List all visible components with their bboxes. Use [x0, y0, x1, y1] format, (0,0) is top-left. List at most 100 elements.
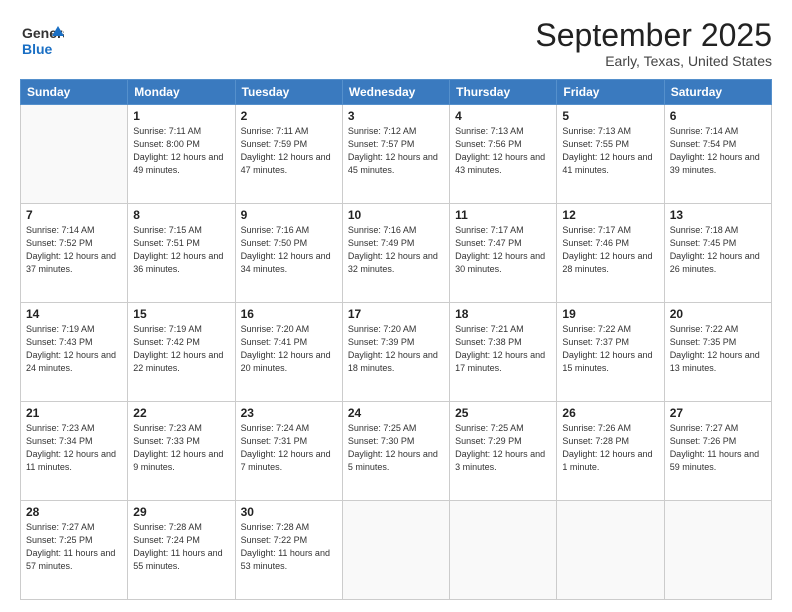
weekday-header-wednesday: Wednesday: [342, 80, 449, 105]
day-number: 24: [348, 406, 444, 420]
calendar-table: SundayMondayTuesdayWednesdayThursdayFrid…: [20, 79, 772, 600]
day-info: Sunrise: 7:20 AM Sunset: 7:41 PM Dayligh…: [241, 323, 337, 375]
day-number: 29: [133, 505, 229, 519]
day-cell: 22 Sunrise: 7:23 AM Sunset: 7:33 PM Dayli…: [128, 402, 235, 501]
logo-icon: General Blue: [20, 18, 64, 62]
day-info: Sunrise: 7:16 AM Sunset: 7:49 PM Dayligh…: [348, 224, 444, 276]
day-cell: 13 Sunrise: 7:18 AM Sunset: 7:45 PM Dayli…: [664, 204, 771, 303]
week-row-1: 1 Sunrise: 7:11 AM Sunset: 8:00 PM Daylig…: [21, 105, 772, 204]
week-row-4: 21 Sunrise: 7:23 AM Sunset: 7:34 PM Dayli…: [21, 402, 772, 501]
day-cell: 17 Sunrise: 7:20 AM Sunset: 7:39 PM Dayli…: [342, 303, 449, 402]
day-cell: 23 Sunrise: 7:24 AM Sunset: 7:31 PM Dayli…: [235, 402, 342, 501]
day-cell: [342, 501, 449, 600]
day-number: 6: [670, 109, 766, 123]
header: General Blue September 2025 Early, Texas…: [20, 18, 772, 69]
day-number: 21: [26, 406, 122, 420]
day-number: 9: [241, 208, 337, 222]
day-info: Sunrise: 7:25 AM Sunset: 7:29 PM Dayligh…: [455, 422, 551, 474]
day-cell: 19 Sunrise: 7:22 AM Sunset: 7:37 PM Dayli…: [557, 303, 664, 402]
location-subtitle: Early, Texas, United States: [535, 53, 772, 69]
day-number: 1: [133, 109, 229, 123]
day-number: 3: [348, 109, 444, 123]
day-info: Sunrise: 7:28 AM Sunset: 7:22 PM Dayligh…: [241, 521, 337, 573]
day-cell: [21, 105, 128, 204]
day-number: 5: [562, 109, 658, 123]
day-info: Sunrise: 7:27 AM Sunset: 7:25 PM Dayligh…: [26, 521, 122, 573]
day-info: Sunrise: 7:19 AM Sunset: 7:43 PM Dayligh…: [26, 323, 122, 375]
day-number: 14: [26, 307, 122, 321]
day-cell: 28 Sunrise: 7:27 AM Sunset: 7:25 PM Dayli…: [21, 501, 128, 600]
day-cell: 30 Sunrise: 7:28 AM Sunset: 7:22 PM Dayli…: [235, 501, 342, 600]
day-cell: 6Sunrise: 7:14 AM Sunset: 7:54 PM Daylig…: [664, 105, 771, 204]
day-info: Sunrise: 7:25 AM Sunset: 7:30 PM Dayligh…: [348, 422, 444, 474]
day-cell: 5 Sunrise: 7:13 AM Sunset: 7:55 PM Daylig…: [557, 105, 664, 204]
day-info: Sunrise: 7:14 AM Sunset: 7:52 PM Dayligh…: [26, 224, 122, 276]
title-block: September 2025 Early, Texas, United Stat…: [535, 18, 772, 69]
day-cell: 21 Sunrise: 7:23 AM Sunset: 7:34 PM Dayli…: [21, 402, 128, 501]
week-row-5: 28 Sunrise: 7:27 AM Sunset: 7:25 PM Dayli…: [21, 501, 772, 600]
day-cell: 10Sunrise: 7:16 AM Sunset: 7:49 PM Dayli…: [342, 204, 449, 303]
logo: General Blue: [20, 18, 64, 67]
week-row-3: 14 Sunrise: 7:19 AM Sunset: 7:43 PM Dayli…: [21, 303, 772, 402]
day-number: 20: [670, 307, 766, 321]
day-cell: 29Sunrise: 7:28 AM Sunset: 7:24 PM Dayli…: [128, 501, 235, 600]
day-info: Sunrise: 7:11 AM Sunset: 7:59 PM Dayligh…: [241, 125, 337, 177]
svg-text:Blue: Blue: [22, 41, 53, 57]
day-cell: 14 Sunrise: 7:19 AM Sunset: 7:43 PM Dayli…: [21, 303, 128, 402]
day-cell: 7Sunrise: 7:14 AM Sunset: 7:52 PM Daylig…: [21, 204, 128, 303]
day-cell: [664, 501, 771, 600]
day-cell: 25 Sunrise: 7:25 AM Sunset: 7:29 PM Dayli…: [450, 402, 557, 501]
day-number: 18: [455, 307, 551, 321]
day-cell: [557, 501, 664, 600]
day-info: Sunrise: 7:16 AM Sunset: 7:50 PM Dayligh…: [241, 224, 337, 276]
day-number: 26: [562, 406, 658, 420]
day-info: Sunrise: 7:17 AM Sunset: 7:47 PM Dayligh…: [455, 224, 551, 276]
day-info: Sunrise: 7:12 AM Sunset: 7:57 PM Dayligh…: [348, 125, 444, 177]
day-cell: 11 Sunrise: 7:17 AM Sunset: 7:47 PM Dayli…: [450, 204, 557, 303]
day-number: 23: [241, 406, 337, 420]
day-info: Sunrise: 7:18 AM Sunset: 7:45 PM Dayligh…: [670, 224, 766, 276]
day-info: Sunrise: 7:26 AM Sunset: 7:28 PM Dayligh…: [562, 422, 658, 474]
weekday-header-sunday: Sunday: [21, 80, 128, 105]
week-row-2: 7Sunrise: 7:14 AM Sunset: 7:52 PM Daylig…: [21, 204, 772, 303]
day-info: Sunrise: 7:20 AM Sunset: 7:39 PM Dayligh…: [348, 323, 444, 375]
page: General Blue September 2025 Early, Texas…: [0, 0, 792, 612]
day-cell: 18Sunrise: 7:21 AM Sunset: 7:38 PM Dayli…: [450, 303, 557, 402]
day-number: 11: [455, 208, 551, 222]
day-info: Sunrise: 7:27 AM Sunset: 7:26 PM Dayligh…: [670, 422, 766, 474]
day-cell: 15Sunrise: 7:19 AM Sunset: 7:42 PM Dayli…: [128, 303, 235, 402]
weekday-header-thursday: Thursday: [450, 80, 557, 105]
day-info: Sunrise: 7:23 AM Sunset: 7:33 PM Dayligh…: [133, 422, 229, 474]
day-cell: 24 Sunrise: 7:25 AM Sunset: 7:30 PM Dayli…: [342, 402, 449, 501]
day-number: 25: [455, 406, 551, 420]
day-cell: 26 Sunrise: 7:26 AM Sunset: 7:28 PM Dayli…: [557, 402, 664, 501]
day-cell: 9 Sunrise: 7:16 AM Sunset: 7:50 PM Daylig…: [235, 204, 342, 303]
day-cell: 2Sunrise: 7:11 AM Sunset: 7:59 PM Daylig…: [235, 105, 342, 204]
day-number: 13: [670, 208, 766, 222]
day-number: 16: [241, 307, 337, 321]
day-info: Sunrise: 7:24 AM Sunset: 7:31 PM Dayligh…: [241, 422, 337, 474]
day-info: Sunrise: 7:22 AM Sunset: 7:35 PM Dayligh…: [670, 323, 766, 375]
day-number: 12: [562, 208, 658, 222]
day-cell: 20 Sunrise: 7:22 AM Sunset: 7:35 PM Dayli…: [664, 303, 771, 402]
day-number: 17: [348, 307, 444, 321]
day-info: Sunrise: 7:22 AM Sunset: 7:37 PM Dayligh…: [562, 323, 658, 375]
weekday-header-friday: Friday: [557, 80, 664, 105]
day-info: Sunrise: 7:13 AM Sunset: 7:56 PM Dayligh…: [455, 125, 551, 177]
day-number: 27: [670, 406, 766, 420]
day-info: Sunrise: 7:13 AM Sunset: 7:55 PM Dayligh…: [562, 125, 658, 177]
day-info: Sunrise: 7:23 AM Sunset: 7:34 PM Dayligh…: [26, 422, 122, 474]
day-cell: 27 Sunrise: 7:27 AM Sunset: 7:26 PM Dayli…: [664, 402, 771, 501]
day-cell: 4Sunrise: 7:13 AM Sunset: 7:56 PM Daylig…: [450, 105, 557, 204]
day-cell: 12Sunrise: 7:17 AM Sunset: 7:46 PM Dayli…: [557, 204, 664, 303]
weekday-header-tuesday: Tuesday: [235, 80, 342, 105]
day-number: 30: [241, 505, 337, 519]
day-cell: 3 Sunrise: 7:12 AM Sunset: 7:57 PM Daylig…: [342, 105, 449, 204]
day-number: 28: [26, 505, 122, 519]
day-info: Sunrise: 7:11 AM Sunset: 8:00 PM Dayligh…: [133, 125, 229, 177]
month-title: September 2025: [535, 18, 772, 53]
day-number: 22: [133, 406, 229, 420]
day-number: 19: [562, 307, 658, 321]
day-cell: 8Sunrise: 7:15 AM Sunset: 7:51 PM Daylig…: [128, 204, 235, 303]
day-cell: [450, 501, 557, 600]
